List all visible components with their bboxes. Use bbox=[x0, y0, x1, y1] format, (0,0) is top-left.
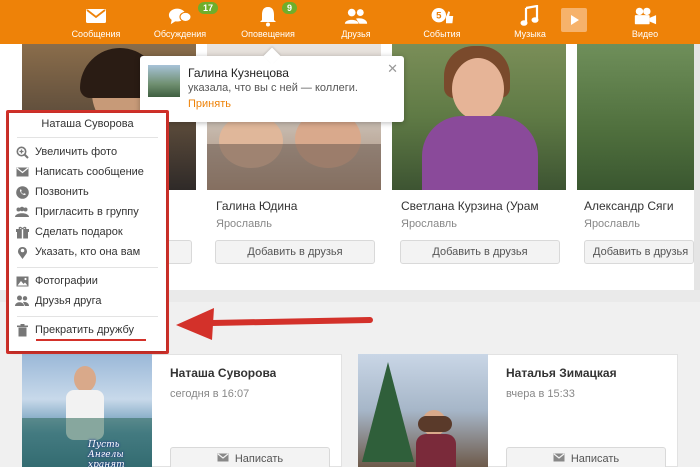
nav-friends[interactable]: Друзья bbox=[326, 0, 386, 44]
zoom-in-icon bbox=[15, 145, 29, 159]
trash-icon bbox=[15, 323, 29, 337]
friend-name[interactable]: Наталья Зимацкая bbox=[506, 366, 617, 380]
photos-icon bbox=[15, 274, 29, 288]
video-camera-icon bbox=[633, 5, 657, 27]
menu-item-label: Написать сообщение bbox=[35, 166, 144, 178]
add-friend-button[interactable]: Добавить в друзья bbox=[584, 240, 694, 264]
bell-icon bbox=[256, 5, 280, 27]
menu-item-photos[interactable]: Фотографии bbox=[15, 272, 98, 290]
suggestion-city: Ярославль bbox=[216, 218, 272, 230]
svg-text:5: 5 bbox=[436, 10, 442, 21]
envelope-icon bbox=[217, 453, 229, 465]
group-icon bbox=[15, 205, 29, 219]
phone-icon bbox=[15, 185, 29, 199]
nav-messages[interactable]: Сообщения bbox=[64, 0, 128, 44]
nav-video[interactable]: Видео bbox=[614, 0, 676, 44]
add-friend-label: Добавить в друзья bbox=[593, 246, 689, 258]
nav-label: Друзья bbox=[341, 29, 371, 39]
add-friend-label: Добавить в друзья bbox=[432, 246, 528, 258]
menu-item-send-gift[interactable]: Сделать подарок bbox=[15, 223, 123, 241]
menu-item-label: Сделать подарок bbox=[35, 226, 123, 238]
notifications-count-badge: 9 bbox=[282, 2, 298, 14]
nav-label: Сообщения bbox=[71, 29, 121, 39]
play-tile-icon[interactable] bbox=[561, 8, 587, 32]
suggestion-name[interactable]: Светлана Курзина (Урам bbox=[401, 199, 561, 213]
nav-music[interactable]: Музыка bbox=[500, 0, 560, 44]
friend-photo[interactable]: Пусть Ангелы хранят твою bbox=[22, 354, 152, 467]
envelope-icon bbox=[15, 165, 29, 179]
menu-item-end-friendship[interactable]: Прекратить дружбу bbox=[15, 321, 134, 339]
menu-item-invite-to-group[interactable]: Пригласить в группу bbox=[15, 203, 139, 221]
notification-sender-name[interactable]: Галина Кузнецова bbox=[188, 66, 289, 80]
nav-discussions[interactable]: Обсуждения 17 bbox=[148, 0, 219, 44]
nav-label: Обсуждения bbox=[153, 29, 207, 39]
nav-label: Музыка bbox=[514, 29, 546, 39]
add-friend-label: Добавить в друзья bbox=[247, 246, 343, 258]
add-friend-button[interactable]: Добавить в друзья bbox=[215, 240, 375, 264]
photo-caption: Пусть Ангелы хранят твою bbox=[88, 440, 125, 467]
friend-context-menu: Наташа Суворова Увеличить фото Написать … bbox=[9, 113, 166, 351]
suggestion-photo-3[interactable] bbox=[392, 44, 566, 190]
music-note-icon bbox=[518, 5, 542, 27]
person-tag-icon bbox=[15, 245, 29, 259]
write-message-button[interactable]: Написать bbox=[506, 447, 666, 467]
suggestion-button-hidden[interactable] bbox=[166, 240, 192, 264]
friend-last-seen: вчера в 15:33 bbox=[506, 388, 575, 400]
accept-link[interactable]: Принять bbox=[188, 98, 231, 110]
discussions-count-badge: 17 bbox=[198, 2, 219, 14]
write-message-label: Написать bbox=[234, 453, 284, 465]
envelope-icon bbox=[553, 453, 565, 465]
envelope-icon bbox=[84, 5, 108, 27]
nav-label: Видео bbox=[631, 29, 659, 39]
menu-item-label: Увеличить фото bbox=[35, 146, 118, 158]
write-message-button[interactable]: Написать bbox=[170, 447, 330, 467]
menu-item-label: Указать, кто она вам bbox=[35, 246, 141, 258]
add-friend-button[interactable]: Добавить в друзья bbox=[400, 240, 560, 264]
notification-text: указала, что вы с ней — коллеги. bbox=[188, 82, 358, 94]
gift-icon bbox=[15, 225, 29, 239]
menu-item-label: Фотографии bbox=[35, 275, 98, 287]
write-message-label: Написать bbox=[570, 453, 620, 465]
friends-icon bbox=[15, 294, 29, 308]
menu-divider bbox=[17, 316, 158, 317]
menu-item-write-message[interactable]: Написать сообщение bbox=[15, 163, 144, 181]
menu-item-zoom-photo[interactable]: Увеличить фото bbox=[15, 143, 117, 161]
menu-title: Наташа Суворова bbox=[41, 118, 134, 130]
menu-item-specify-relation[interactable]: Указать, кто она вам bbox=[15, 243, 140, 261]
highlight-underline bbox=[36, 339, 146, 341]
suggestion-city: Ярославль bbox=[584, 218, 640, 230]
menu-divider bbox=[17, 137, 158, 138]
friend-photo[interactable] bbox=[358, 354, 488, 467]
nav-label: События bbox=[423, 29, 461, 39]
suggestion-city: Ярославль bbox=[401, 218, 457, 230]
notification-popup: Галина Кузнецова указала, что вы с ней —… bbox=[140, 56, 404, 122]
suggestion-photo-4[interactable] bbox=[577, 44, 695, 190]
menu-item-label: Пригласить в группу bbox=[35, 206, 139, 218]
menu-item-label: Прекратить дружбу bbox=[35, 324, 135, 336]
notification-avatar[interactable] bbox=[148, 65, 180, 97]
events-icon: 5 bbox=[430, 5, 454, 27]
menu-item-call[interactable]: Позвонить bbox=[15, 183, 89, 201]
menu-item-label: Друзья друга bbox=[35, 295, 102, 307]
suggestion-name[interactable]: Галина Юдина bbox=[216, 199, 376, 213]
suggestion-name[interactable]: Александр Сяги bbox=[584, 199, 694, 213]
friends-icon bbox=[344, 5, 368, 27]
menu-item-label: Позвонить bbox=[35, 186, 89, 198]
nav-notifications[interactable]: Оповещения 9 bbox=[236, 0, 300, 44]
friend-name[interactable]: Наташа Суворова bbox=[170, 366, 276, 380]
friend-last-seen: сегодня в 16:07 bbox=[170, 388, 250, 400]
nav-label: Оповещения bbox=[241, 29, 295, 39]
close-icon[interactable]: ✕ bbox=[387, 61, 398, 77]
chat-bubbles-icon bbox=[168, 5, 192, 27]
nav-events[interactable]: 5 События bbox=[410, 0, 474, 44]
menu-item-friends-of-friend[interactable]: Друзья друга bbox=[15, 292, 102, 310]
top-navigation-bar: Сообщения Обсуждения 17 Оповещения 9 Дру… bbox=[0, 0, 700, 44]
scroll-right-button[interactable] bbox=[694, 44, 700, 290]
menu-divider bbox=[17, 267, 158, 268]
